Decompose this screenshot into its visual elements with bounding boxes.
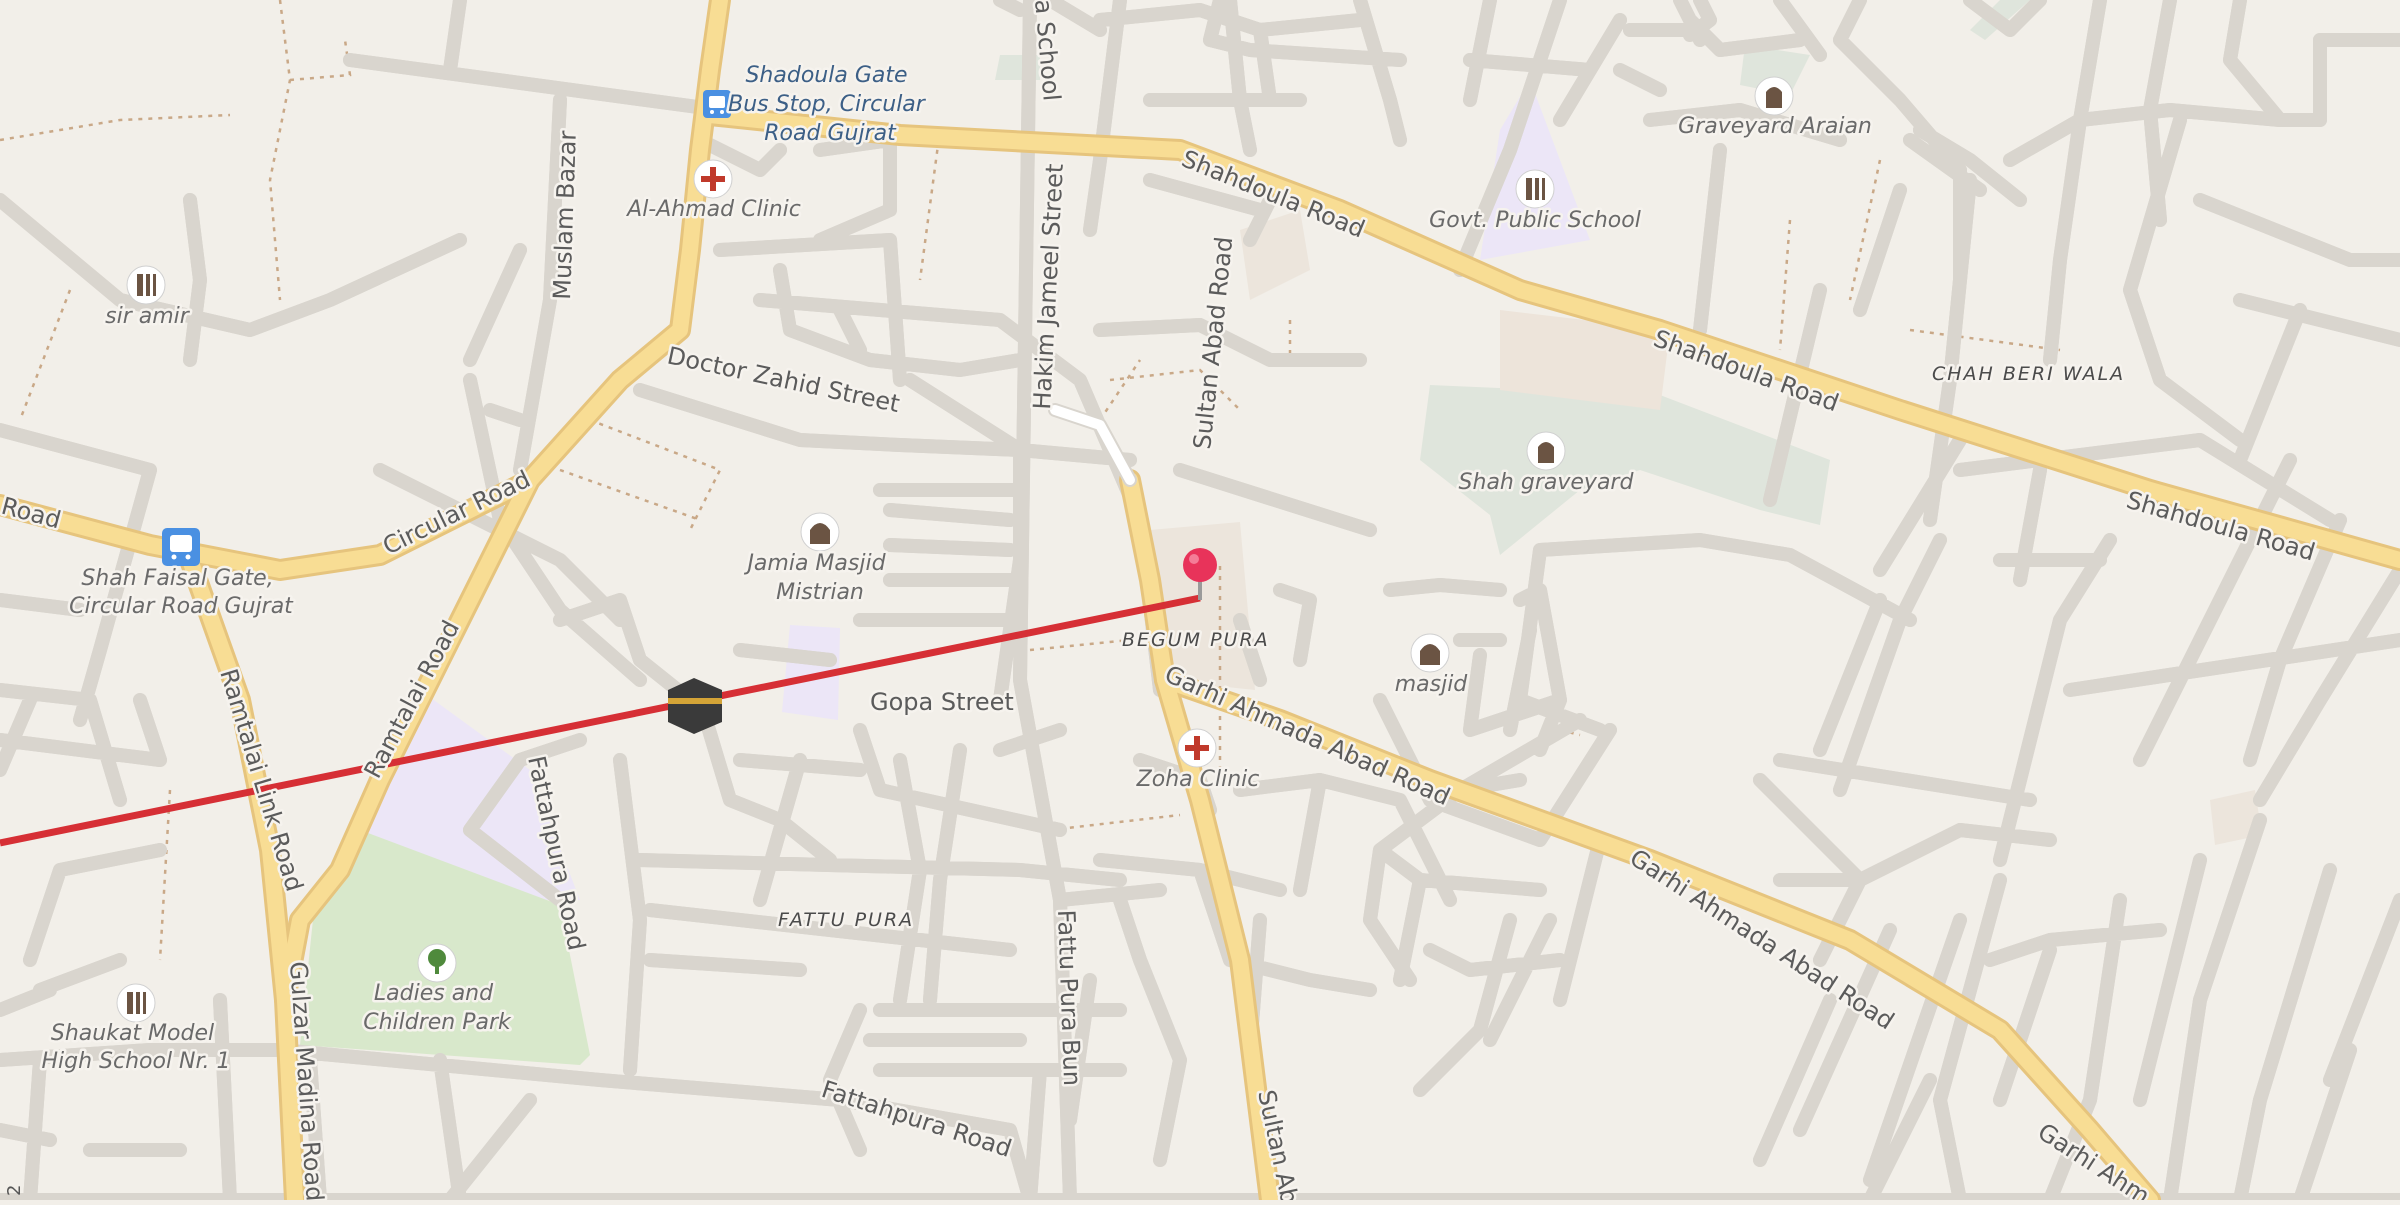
bus-stop-icon[interactable] — [703, 90, 731, 118]
cemetery-icon[interactable] — [1526, 431, 1566, 471]
school-icon[interactable] — [116, 983, 156, 1023]
clinic-icon[interactable] — [693, 159, 733, 199]
poi-label-graveyard-araian: Graveyard Araian — [1678, 114, 1872, 139]
map-svg[interactable]: Shahdoula Road Shahdoula Road Shahdoula … — [0, 0, 2400, 1205]
cemetery-icon[interactable] — [1754, 76, 1794, 116]
park-icon[interactable] — [417, 943, 457, 983]
place-label-chah-beri-wala: CHAH BERI WALA — [1932, 363, 2125, 385]
poi-label-al-ahmad-clinic: Al-Ahmad Clinic — [625, 197, 801, 222]
road-label-gopa-street: Gopa Street — [870, 688, 1014, 716]
poi-label-zoha-clinic: Zoha Clinic — [1136, 767, 1260, 792]
poi-label-masjid: masjid — [1395, 672, 1469, 697]
bus-stop-icon[interactable] — [162, 528, 200, 566]
poi-label-govt-public-school: Govt. Public School — [1429, 208, 1641, 233]
mosque-icon[interactable] — [800, 512, 840, 552]
road-label-muslam-bazar: Muslam Bazar — [548, 130, 582, 300]
place-label-begum-pura: BEGUM PURA — [1122, 629, 1270, 651]
place-label-fattu-pura: FATTU PURA — [778, 909, 914, 931]
school-icon[interactable] — [1515, 169, 1555, 209]
poi-label-sir-amir: sir amir — [105, 304, 191, 329]
school-icon[interactable] — [126, 265, 166, 305]
poi-label-shah-graveyard: Shah graveyard — [1459, 470, 1635, 495]
map-canvas[interactable]: Shahdoula Road Shahdoula Road Shahdoula … — [0, 0, 2400, 1205]
mosque-icon[interactable] — [1410, 633, 1450, 673]
edge-number: 2 — [4, 1185, 25, 1196]
clinic-icon[interactable] — [1177, 728, 1217, 768]
